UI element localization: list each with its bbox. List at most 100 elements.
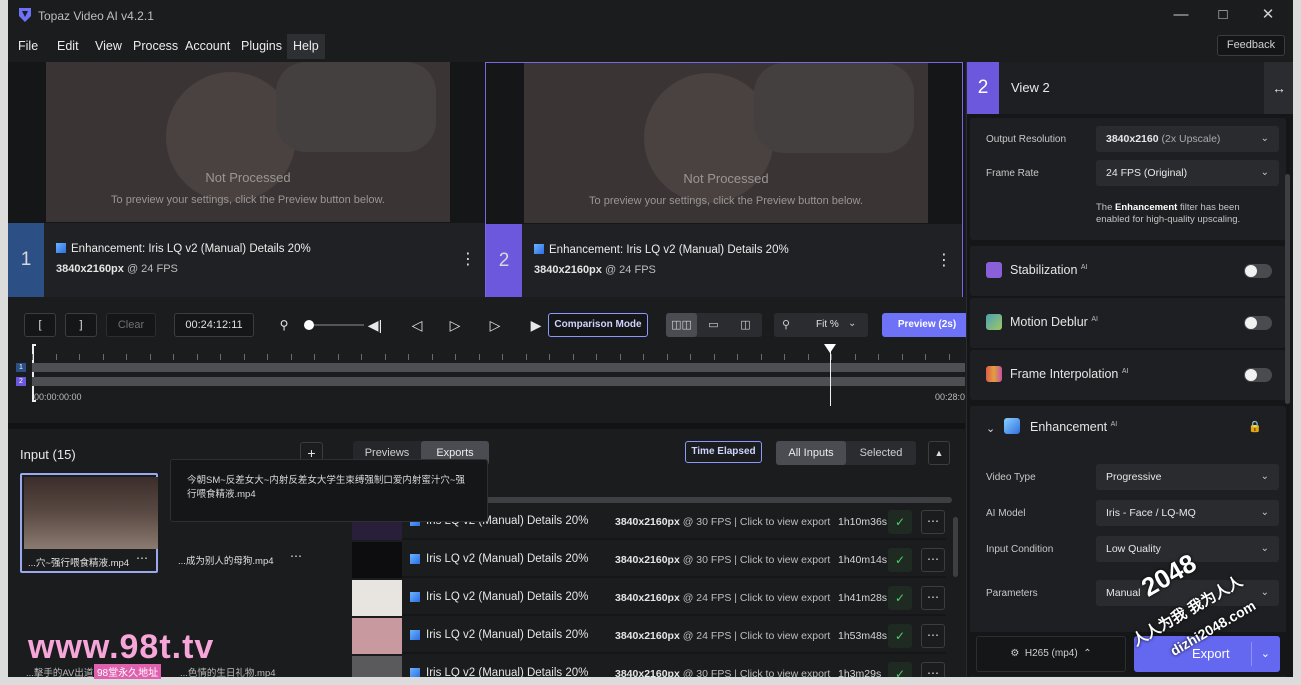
- ruler-tick: [666, 354, 668, 360]
- enhancement-title: Enhancement: [1030, 420, 1108, 434]
- output-resolution-select[interactable]: 3840x2160 (2x Upscale) ⌄: [1096, 126, 1279, 152]
- ruler-tick: [149, 354, 151, 360]
- more-options-icon[interactable]: ⋮: [926, 224, 962, 298]
- collapse-chevron-icon[interactable]: ⌄: [986, 422, 995, 435]
- preview-panel-1[interactable]: Not Processed To preview your settings, …: [8, 62, 486, 297]
- prev-frame-icon[interactable]: ◁: [406, 313, 428, 337]
- parameters-label: Parameters: [986, 588, 1038, 599]
- stabilization-row: Stabilization AI: [970, 246, 1286, 296]
- menu-process[interactable]: Process: [133, 39, 178, 53]
- ai-model-select[interactable]: Iris - Face / LQ-MQ ⌄: [1096, 500, 1279, 526]
- video-type-select[interactable]: Progressive ⌄: [1096, 464, 1279, 490]
- menu-view[interactable]: View: [95, 39, 122, 53]
- export-details[interactable]: @ 30 FPS | Click to view export: [680, 554, 831, 566]
- input-item[interactable]: ...穴~强行喂食精液.mp4 ⋯: [20, 473, 158, 573]
- vertical-scrollbar[interactable]: [1285, 174, 1290, 404]
- export-model: Iris LQ v2 (Manual) Details 20%: [426, 591, 589, 603]
- vertical-scrollbar[interactable]: [953, 517, 958, 577]
- more-icon[interactable]: ⋯: [921, 586, 945, 610]
- lock-icon[interactable]: 🔒: [1248, 420, 1262, 433]
- export-button[interactable]: Export ⌄: [1134, 636, 1280, 672]
- single-view-icon[interactable]: ▭: [698, 313, 729, 337]
- export-row[interactable]: Iris LQ v2 (Manual) Details 20% 3840x216…: [352, 542, 946, 578]
- timecode-field[interactable]: 00:24:12:11: [174, 313, 254, 337]
- input-condition-value: Low Quality: [1106, 543, 1161, 555]
- mark-out-button[interactable]: ]: [65, 313, 97, 337]
- export-details[interactable]: @ 24 FPS | Click to view export: [680, 592, 831, 604]
- chevron-down-icon: ⌄: [1260, 471, 1269, 482]
- codec-select[interactable]: ⚙ H265 (mp4) ⌃: [976, 636, 1126, 672]
- play-icon[interactable]: ▷: [444, 313, 466, 337]
- ai-model-value: Iris - Face / LQ-MQ: [1106, 507, 1196, 519]
- next-frame-icon[interactable]: ▷: [484, 313, 506, 337]
- frame-interpolation-toggle[interactable]: [1244, 368, 1272, 382]
- more-icon[interactable]: ⋯: [921, 510, 945, 534]
- playhead[interactable]: [824, 344, 836, 406]
- all-inputs-tab[interactable]: All Inputs: [776, 441, 846, 465]
- export-row[interactable]: Iris LQ v2 (Manual) Details 20% 3840x216…: [352, 618, 946, 654]
- export-details[interactable]: @ 24 FPS | Click to view export: [680, 630, 831, 642]
- chevron-down-icon: ⌄: [1260, 167, 1269, 178]
- output-resolution-sub: (2x Upscale): [1158, 133, 1221, 145]
- frame-rate-select[interactable]: 24 FPS (Original) ⌄: [1096, 160, 1279, 186]
- clear-button[interactable]: Clear: [106, 313, 156, 337]
- chevron-down-icon[interactable]: ⌄: [1261, 636, 1270, 672]
- search-icon[interactable]: ⚲: [273, 313, 295, 337]
- export-details[interactable]: @ 30 FPS | Click to view export: [680, 516, 831, 528]
- frame-rate-value: 24 FPS (Original): [1106, 167, 1188, 179]
- menu-file[interactable]: File: [18, 39, 38, 53]
- more-options-icon[interactable]: ⋮: [450, 223, 486, 297]
- preview-button[interactable]: Preview (2s): [882, 313, 972, 337]
- expand-icon[interactable]: ↔: [1264, 62, 1293, 114]
- mark-in-button[interactable]: [: [24, 313, 56, 337]
- stabilization-toggle[interactable]: [1244, 264, 1272, 278]
- time-elapsed-button[interactable]: Time Elapsed: [685, 441, 762, 463]
- input-thumbnail: [24, 477, 158, 549]
- preview-panel-2[interactable]: Not Processed To preview your settings, …: [485, 62, 963, 298]
- ruler-tick: [173, 354, 174, 360]
- menu-account[interactable]: Account: [185, 39, 230, 53]
- comparison-mode-button[interactable]: Comparison Mode: [548, 313, 648, 337]
- more-icon[interactable]: ⋯: [136, 551, 148, 565]
- ruler-tick: [384, 354, 386, 360]
- export-resolution: 3840x2160px: [615, 516, 680, 528]
- skip-start-icon[interactable]: ◀​|: [364, 313, 386, 337]
- more-icon[interactable]: ⋯: [921, 548, 945, 572]
- feedback-button[interactable]: Feedback: [1217, 35, 1285, 56]
- menu-help[interactable]: Help: [287, 34, 325, 59]
- frame-interpolation-row: Frame Interpolation AI: [970, 350, 1286, 400]
- timeline-end-time: 00:28:0: [935, 392, 966, 402]
- side-by-side-icon[interactable]: ◫◫: [666, 313, 697, 337]
- export-details[interactable]: @ 30 FPS | Click to view export: [680, 668, 831, 677]
- motion-deblur-toggle[interactable]: [1244, 316, 1272, 330]
- preview-area: Not Processed To preview your settings, …: [8, 62, 965, 298]
- timeline[interactable]: 1 2 00:00:00:00 00:28:0: [16, 342, 966, 407]
- selected-tab[interactable]: Selected: [846, 441, 916, 465]
- export-model: Iris LQ v2 (Manual) Details 20%: [426, 667, 589, 677]
- more-icon[interactable]: ⋯: [290, 549, 302, 563]
- zoom-select[interactable]: ⚲ Fit % ⌄: [774, 313, 868, 337]
- ruler-tick: [737, 354, 738, 360]
- ruler-tick: [619, 354, 621, 360]
- chevron-down-icon: ⌄: [1260, 133, 1269, 144]
- stabilization-label: Stabilization: [1010, 263, 1078, 277]
- maximize-icon[interactable]: □: [1208, 5, 1238, 25]
- output-resolution-value: 3840x2160: [1106, 133, 1159, 145]
- minimize-icon[interactable]: —: [1166, 5, 1196, 25]
- export-row[interactable]: Iris LQ v2 (Manual) Details 20% 3840x216…: [352, 580, 946, 616]
- ruler-tick: [243, 354, 245, 360]
- ruler-tick: [878, 354, 879, 360]
- menu-plugins[interactable]: Plugins: [241, 39, 282, 53]
- skip-end-icon[interactable]: ▶: [525, 313, 547, 337]
- menu-edit[interactable]: Edit: [57, 39, 79, 53]
- fps-label: @ 24 FPS: [601, 264, 656, 276]
- split-view-icon[interactable]: ◫: [730, 313, 761, 337]
- export-thumbnail: [352, 618, 402, 654]
- zoom-slider[interactable]: [306, 324, 364, 326]
- more-icon[interactable]: ⋯: [921, 662, 945, 677]
- export-row[interactable]: Iris LQ v2 (Manual) Details 20% 3840x216…: [352, 656, 946, 677]
- more-icon[interactable]: ⋯: [921, 624, 945, 648]
- close-icon[interactable]: ✕: [1253, 5, 1283, 25]
- sort-icon[interactable]: ▲: [928, 441, 950, 465]
- zoom-slider-handle[interactable]: [304, 320, 314, 330]
